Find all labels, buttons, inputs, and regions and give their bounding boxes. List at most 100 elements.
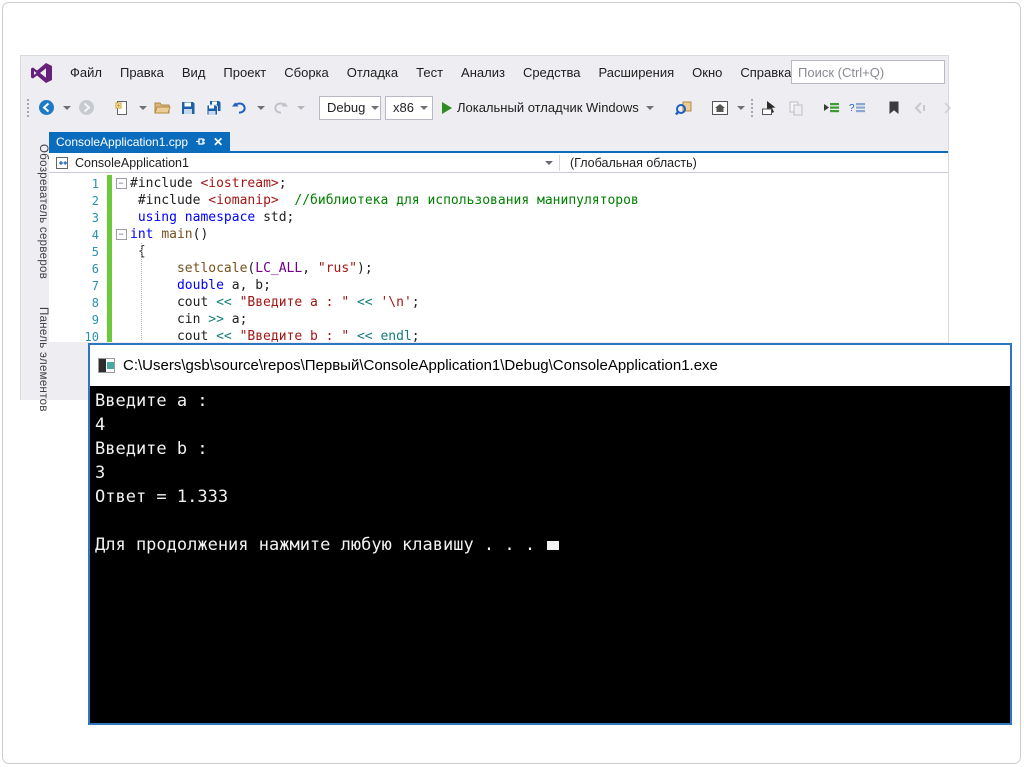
- start-debugging-button[interactable]: Локальный отладчик Windows: [437, 100, 659, 115]
- fold-collapse-icon[interactable]: −: [115, 178, 127, 189]
- code-editor[interactable]: 1− #include <iostream>; 2 #include <iomani…: [49, 173, 948, 342]
- redo-dropdown[interactable]: [297, 105, 305, 110]
- code-text: int main(): [130, 227, 209, 242]
- line-number: 1: [91, 176, 99, 191]
- change-tracking-bar: [107, 192, 112, 209]
- slide-canvas: Файл Правка Вид Проект Сборка Отладка Тест Анал…: [0, 0, 1024, 767]
- code-text: cout << "Введите a : " << '\n';: [130, 295, 420, 310]
- tool-window-tab[interactable]: Панель элементов: [21, 297, 49, 422]
- line-number: 4: [91, 227, 99, 242]
- line-number: 3: [91, 210, 99, 225]
- document-tab-strip: ConsoleApplication1.cpp ✕: [49, 132, 948, 153]
- line-number: 7: [91, 278, 99, 293]
- code-line: 3 using namespace std;: [49, 209, 948, 226]
- start-debugging-label: Локальный отладчик Windows: [456, 100, 639, 115]
- console-line: Введите a :: [95, 391, 208, 411]
- cpp-project-icon: [56, 156, 68, 169]
- play-icon: [441, 101, 452, 114]
- open-file-icon[interactable]: [151, 96, 173, 120]
- code-text: cout << "Введите b : " << endl;: [130, 329, 420, 342]
- menu-item[interactable]: Файл: [61, 61, 111, 84]
- solution-explorer-dropdown[interactable]: [736, 105, 745, 110]
- scope-combo[interactable]: (Глобальная область): [560, 156, 697, 170]
- code-text: cin >> a;: [130, 312, 248, 327]
- console-window[interactable]: C:\Users\gsb\source\repos\Первый\Console…: [88, 343, 1012, 725]
- next-bookmark-icon[interactable]: [935, 96, 957, 120]
- indent-guide: [141, 243, 142, 340]
- code-line: 5 {: [49, 243, 948, 260]
- bookmark-icon[interactable]: [883, 96, 905, 120]
- code-text: using namespace std;: [137, 210, 295, 225]
- code-text: double a, b;: [176, 278, 271, 293]
- code-line: 2 #include <iomanip> //библиотека для ис…: [49, 192, 948, 209]
- menu-item[interactable]: Сборка: [275, 61, 338, 84]
- previous-bookmark-icon[interactable]: [909, 96, 931, 120]
- toolbar-grip-handle[interactable]: [27, 98, 29, 117]
- menu-item[interactable]: Проект: [214, 61, 275, 84]
- configuration-dropdown: [371, 105, 380, 110]
- navigate-back-dropdown[interactable]: [63, 105, 71, 110]
- console-line: Ответ = 1.333: [95, 487, 229, 507]
- menu-item[interactable]: Правка: [111, 61, 173, 84]
- pin-icon[interactable]: [195, 136, 206, 147]
- code-line: 4 − int main(): [49, 226, 948, 243]
- comment-lines-icon[interactable]: [821, 96, 843, 120]
- document-tab-active[interactable]: ConsoleApplication1.cpp ✕: [49, 132, 231, 151]
- menu-item[interactable]: Окно: [683, 61, 731, 84]
- select-element-icon[interactable]: [759, 96, 781, 120]
- properties-icon[interactable]: [785, 96, 807, 120]
- code-line: 8 cout << "Введите a : " << '\n';: [49, 294, 948, 311]
- toolbar-grip-handle[interactable]: [750, 98, 753, 117]
- navigate-back-icon[interactable]: [35, 96, 57, 120]
- console-output[interactable]: Введите a : 4 Введите b : 3 Ответ = 1.333 Дл…: [90, 386, 1010, 723]
- code-text: #include <iomanip> //библиотека для испо…: [130, 193, 639, 208]
- redo-icon[interactable]: [269, 96, 291, 120]
- menu-item[interactable]: Отладка: [338, 61, 407, 84]
- scope-combo-value: (Глобальная область): [570, 155, 697, 170]
- line-number: 2: [91, 193, 99, 208]
- line-number: 9: [91, 312, 99, 327]
- console-title-text: C:\Users\gsb\source\repos\Первый\Console…: [123, 357, 718, 374]
- uncomment-lines-icon[interactable]: ?: [847, 96, 869, 120]
- code-line: 6 setlocale(LC_ALL, "rus");: [49, 260, 948, 277]
- solution-explorer-home-icon[interactable]: [709, 96, 731, 120]
- save-icon[interactable]: [177, 96, 199, 120]
- navigate-forward-icon[interactable]: [75, 96, 97, 120]
- close-tab-icon[interactable]: ✕: [213, 135, 223, 149]
- document-tab-title: ConsoleApplication1.cpp: [56, 134, 189, 149]
- console-title-bar[interactable]: C:\Users\gsb\source\repos\Первый\Console…: [90, 345, 1010, 386]
- new-project-icon[interactable]: [111, 96, 133, 120]
- undo-icon[interactable]: [229, 96, 251, 120]
- console-line: 3: [95, 463, 106, 483]
- configuration-value: Debug: [327, 100, 366, 115]
- console-cursor: [547, 541, 560, 550]
- console-line: Для продолжения нажмите любую клавишу . …: [95, 533, 1010, 557]
- project-scope-combo[interactable]: ConsoleApplication1: [49, 156, 559, 170]
- change-tracking-bar: [107, 209, 112, 226]
- menu-item[interactable]: Вид: [173, 61, 215, 84]
- line-number: 5: [91, 244, 99, 259]
- configuration-combo[interactable]: Debug: [319, 95, 381, 120]
- menu-item[interactable]: Расширения: [590, 61, 684, 84]
- change-tracking-bar: [107, 294, 112, 311]
- platform-dropdown: [419, 105, 428, 110]
- code-line: 9 cin >> a;: [49, 311, 948, 328]
- menu-item[interactable]: Средства: [514, 61, 590, 84]
- tool-window-tab[interactable]: Обозреватель серверов: [21, 134, 49, 289]
- new-project-dropdown[interactable]: [139, 105, 147, 110]
- platform-combo[interactable]: x86: [385, 95, 433, 120]
- change-tracking-bar: [107, 243, 112, 260]
- platform-value: x86: [393, 100, 414, 115]
- menu-item[interactable]: Тест: [407, 61, 452, 84]
- menu-item[interactable]: Анализ: [452, 61, 514, 84]
- menu-item[interactable]: Справка: [731, 61, 800, 84]
- search-input[interactable]: [791, 60, 945, 84]
- code-line: 10 cout << "Введите b : " << endl;: [49, 328, 948, 342]
- attach-to-process-icon[interactable]: [673, 96, 695, 120]
- code-line: 7 double a, b;: [49, 277, 948, 294]
- undo-dropdown[interactable]: [257, 105, 265, 110]
- project-combo-dropdown: [545, 160, 553, 165]
- change-tracking-bar: [107, 328, 112, 342]
- fold-collapse-icon[interactable]: −: [115, 229, 127, 240]
- save-all-icon[interactable]: [203, 96, 225, 120]
